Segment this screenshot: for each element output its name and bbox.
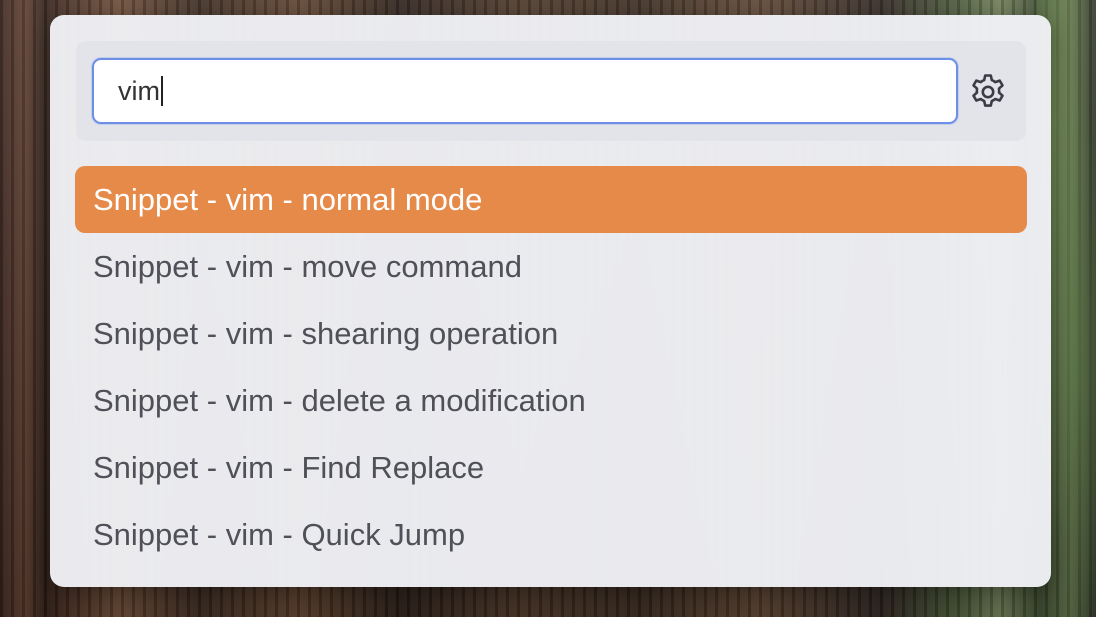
search-bar: vim — [76, 41, 1026, 141]
gear-icon[interactable] — [968, 72, 1008, 112]
launcher-panel: vim Snippet - vim - normal mode Snippet … — [50, 15, 1051, 587]
result-item[interactable]: Snippet - vim - move command — [75, 233, 1027, 300]
text-caret — [161, 76, 163, 106]
result-item[interactable]: Snippet - vim - Quick Jump — [75, 501, 1027, 568]
search-input-value: vim — [118, 75, 160, 106]
results-list: Snippet - vim - normal mode Snippet - vi… — [75, 166, 1027, 568]
search-input[interactable]: vim — [92, 58, 958, 124]
result-item-selected[interactable]: Snippet - vim - normal mode — [75, 166, 1027, 233]
result-item[interactable]: Snippet - vim - shearing operation — [75, 300, 1027, 367]
result-item[interactable]: Snippet - vim - Find Replace — [75, 434, 1027, 501]
desktop-wallpaper: vim Snippet - vim - normal mode Snippet … — [0, 0, 1096, 617]
result-item[interactable]: Snippet - vim - delete a modification — [75, 367, 1027, 434]
